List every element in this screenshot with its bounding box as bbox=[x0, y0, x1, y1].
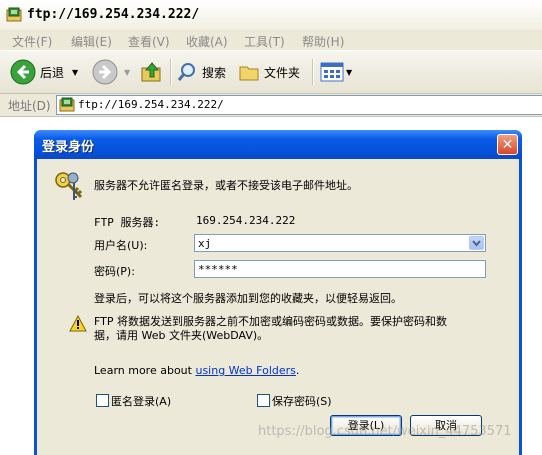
ftp-folder-icon bbox=[59, 97, 75, 112]
forward-dropdown-icon[interactable]: ▼ bbox=[124, 68, 130, 77]
watermark: https://blog.csdn.net/weixin_44753571 bbox=[258, 424, 512, 439]
menu-edit[interactable]: 编辑(E) bbox=[71, 33, 112, 50]
address-bar: 地址(D) ftp://169.254.234.222/ bbox=[0, 94, 542, 117]
learn-more-text: Learn more about using Web Folders. bbox=[94, 364, 299, 377]
learn-more-suffix: . bbox=[295, 364, 300, 377]
login-dialog: 登录身份 ✕ 服务器不允许匿名登录，或者不接受该电子邮件地址。 FTP 服务器:… bbox=[34, 130, 522, 455]
back-label: 后退 bbox=[40, 65, 65, 80]
close-icon: ✕ bbox=[501, 137, 514, 153]
menu-help[interactable]: 帮助(H) bbox=[302, 33, 344, 50]
folders-icon bbox=[239, 66, 259, 81]
ftp-server-value: 169.254.234.222 bbox=[196, 214, 296, 227]
folders-label: 文件夹 bbox=[264, 65, 301, 80]
toolbar-separator bbox=[312, 59, 314, 85]
back-dropdown-icon[interactable]: ▼ bbox=[72, 68, 78, 77]
username-dropdown-button[interactable] bbox=[469, 236, 484, 250]
address-input[interactable]: ftp://169.254.234.222/ bbox=[56, 95, 542, 115]
search-button[interactable]: 搜索 bbox=[176, 57, 226, 87]
ftp-server-label: FTP 服务器: bbox=[94, 216, 161, 229]
username-value: xj bbox=[198, 237, 212, 250]
anonymous-login-checkbox[interactable] bbox=[96, 394, 109, 407]
folders-button[interactable]: 文件夹 bbox=[238, 57, 300, 87]
search-label: 搜索 bbox=[202, 65, 227, 80]
forward-button[interactable]: ▼ bbox=[92, 57, 130, 87]
learn-more-prefix: Learn more about bbox=[94, 364, 196, 377]
ftp-folder-icon bbox=[6, 7, 22, 22]
username-label: 用户名(U): bbox=[94, 239, 148, 252]
dialog-titlebar[interactable]: 登录身份 ✕ bbox=[34, 130, 522, 159]
views-button[interactable]: ▼ bbox=[320, 57, 352, 87]
address-value: ftp://169.254.234.222/ bbox=[78, 98, 224, 111]
password-label: 密码(P): bbox=[94, 265, 135, 278]
window-title: ftp://169.254.234.222/ bbox=[27, 7, 200, 22]
chevron-down-icon bbox=[472, 240, 481, 247]
save-password-label[interactable]: 保存密码(S) bbox=[272, 393, 332, 409]
menu-bar: 文件(F) 编辑(E) 查看(V) 收藏(A) 工具(T) 帮助(H) bbox=[0, 30, 542, 51]
up-folder-icon bbox=[141, 62, 161, 82]
search-icon bbox=[177, 63, 195, 81]
back-button[interactable]: 后退 ▼ bbox=[10, 57, 78, 87]
dialog-title: 登录身份 bbox=[42, 140, 95, 155]
back-arrow-icon bbox=[10, 59, 36, 85]
forward-arrow-icon bbox=[92, 59, 118, 85]
menu-favorites[interactable]: 收藏(A) bbox=[186, 33, 228, 50]
save-password-checkbox[interactable] bbox=[257, 394, 270, 407]
password-field[interactable]: ****** bbox=[194, 260, 486, 278]
username-combobox[interactable]: xj bbox=[194, 234, 486, 252]
toolbar-separator bbox=[170, 59, 172, 85]
dialog-message: 服务器不允许匿名登录，或者不接受该电子邮件地址。 bbox=[94, 179, 358, 192]
close-button[interactable]: ✕ bbox=[497, 134, 518, 155]
info-text: 登录后，可以将这个服务器添加到您的收藏夹，以便轻易返回。 bbox=[94, 292, 402, 305]
menu-file[interactable]: 文件(F) bbox=[12, 33, 52, 50]
warning-icon bbox=[69, 315, 87, 332]
menu-tools[interactable]: 工具(T) bbox=[244, 33, 285, 50]
up-folder-button[interactable] bbox=[140, 57, 164, 87]
warning-text-line2: 据，请用 Web 文件夹(WebDAV)。 bbox=[94, 329, 269, 342]
menu-view[interactable]: 查看(V) bbox=[128, 33, 170, 50]
views-icon bbox=[320, 62, 344, 82]
views-dropdown-icon[interactable]: ▼ bbox=[346, 68, 352, 77]
dialog-body: 服务器不允许匿名登录，或者不接受该电子邮件地址。 FTP 服务器: 169.25… bbox=[37, 159, 519, 455]
anonymous-login-label[interactable]: 匿名登录(A) bbox=[111, 393, 171, 409]
keys-icon bbox=[55, 172, 83, 200]
password-value: ****** bbox=[198, 263, 238, 276]
web-folders-link[interactable]: using Web Folders bbox=[195, 364, 295, 377]
window-titlebar: ftp://169.254.234.222/ bbox=[0, 0, 542, 31]
toolbar: 后退 ▼ ▼ 搜索 文件夹 ▼ bbox=[0, 51, 542, 94]
address-label: 地址(D) bbox=[8, 99, 51, 113]
